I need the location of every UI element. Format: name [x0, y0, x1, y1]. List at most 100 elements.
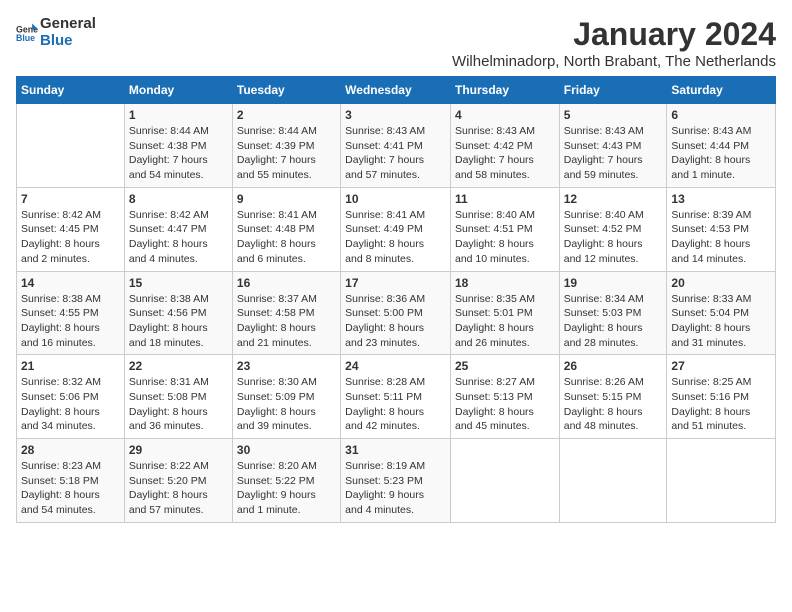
header-day-tuesday: Tuesday: [232, 77, 340, 104]
calendar-cell: 17 Sunrise: 8:36 AM Sunset: 5:00 PM Dayli…: [341, 271, 451, 355]
day-detail: Sunrise: 8:42 AM Sunset: 4:45 PM Dayligh…: [21, 208, 120, 267]
week-row-5: 28 Sunrise: 8:23 AM Sunset: 5:18 PM Dayli…: [17, 439, 776, 523]
calendar-body: 1Sunrise: 8:44 AM Sunset: 4:38 PM Daylig…: [17, 104, 776, 523]
day-number: 4: [455, 108, 555, 122]
day-detail: Sunrise: 8:20 AM Sunset: 5:22 PM Dayligh…: [237, 459, 336, 518]
header-day-thursday: Thursday: [450, 77, 559, 104]
day-detail: Sunrise: 8:43 AM Sunset: 4:44 PM Dayligh…: [671, 124, 771, 183]
header-day-friday: Friday: [559, 77, 667, 104]
day-detail: Sunrise: 8:43 AM Sunset: 4:42 PM Dayligh…: [455, 124, 555, 183]
calendar-cell: 14 Sunrise: 8:38 AM Sunset: 4:55 PM Dayli…: [17, 271, 125, 355]
week-row-3: 14 Sunrise: 8:38 AM Sunset: 4:55 PM Dayli…: [17, 271, 776, 355]
day-number: 2: [237, 108, 336, 122]
day-number: 23: [237, 359, 336, 373]
calendar-cell: 18 Sunrise: 8:35 AM Sunset: 5:01 PM Dayli…: [450, 271, 559, 355]
logo-icon: General Blue: [16, 22, 38, 44]
calendar-cell: 31Sunrise: 8:19 AM Sunset: 5:23 PM Dayli…: [341, 439, 451, 523]
day-detail: Sunrise: 8:36 AM Sunset: 5:00 PM Dayligh…: [345, 292, 446, 351]
day-number: 10: [345, 192, 446, 206]
calendar-cell: 27 Sunrise: 8:25 AM Sunset: 5:16 PM Dayli…: [667, 355, 776, 439]
calendar-cell: 2 Sunrise: 8:44 AM Sunset: 4:39 PM Daylig…: [232, 104, 340, 188]
day-number: 30: [237, 443, 336, 457]
calendar-cell: 20 Sunrise: 8:33 AM Sunset: 5:04 PM Dayli…: [667, 271, 776, 355]
calendar-cell: 28 Sunrise: 8:23 AM Sunset: 5:18 PM Dayli…: [17, 439, 125, 523]
day-number: 11: [455, 192, 555, 206]
day-number: 18: [455, 276, 555, 290]
day-number: 16: [237, 276, 336, 290]
calendar-cell: 16 Sunrise: 8:37 AM Sunset: 4:58 PM Dayli…: [232, 271, 340, 355]
calendar-header: SundayMondayTuesdayWednesdayThursdayFrid…: [17, 77, 776, 104]
calendar-cell: 10 Sunrise: 8:41 AM Sunset: 4:49 PM Dayli…: [341, 187, 451, 271]
calendar-cell: 13 Sunrise: 8:39 AM Sunset: 4:53 PM Dayli…: [667, 187, 776, 271]
calendar-cell: 12 Sunrise: 8:40 AM Sunset: 4:52 PM Dayli…: [559, 187, 667, 271]
header-day-sunday: Sunday: [17, 77, 125, 104]
day-detail: Sunrise: 8:32 AM Sunset: 5:06 PM Dayligh…: [21, 375, 120, 434]
day-detail: Sunrise: 8:40 AM Sunset: 4:52 PM Dayligh…: [564, 208, 663, 267]
day-number: 14: [21, 276, 120, 290]
day-detail: Sunrise: 8:41 AM Sunset: 4:48 PM Dayligh…: [237, 208, 336, 267]
logo: General Blue General Blue: [16, 16, 96, 49]
calendar-cell: 3Sunrise: 8:43 AM Sunset: 4:41 PM Daylig…: [341, 104, 451, 188]
day-detail: Sunrise: 8:30 AM Sunset: 5:09 PM Dayligh…: [237, 375, 336, 434]
calendar-cell: 8Sunrise: 8:42 AM Sunset: 4:47 PM Daylig…: [124, 187, 232, 271]
subtitle: Wilhelminadorp, North Brabant, The Nethe…: [452, 53, 776, 70]
day-detail: Sunrise: 8:38 AM Sunset: 4:55 PM Dayligh…: [21, 292, 120, 351]
calendar-cell: 26 Sunrise: 8:26 AM Sunset: 5:15 PM Dayli…: [559, 355, 667, 439]
week-row-2: 7 Sunrise: 8:42 AM Sunset: 4:45 PM Daylig…: [17, 187, 776, 271]
calendar-cell: 1Sunrise: 8:44 AM Sunset: 4:38 PM Daylig…: [124, 104, 232, 188]
day-detail: Sunrise: 8:37 AM Sunset: 4:58 PM Dayligh…: [237, 292, 336, 351]
day-detail: Sunrise: 8:41 AM Sunset: 4:49 PM Dayligh…: [345, 208, 446, 267]
day-number: 7: [21, 192, 120, 206]
calendar-cell: 21 Sunrise: 8:32 AM Sunset: 5:06 PM Dayli…: [17, 355, 125, 439]
calendar-cell: [450, 439, 559, 523]
day-detail: Sunrise: 8:26 AM Sunset: 5:15 PM Dayligh…: [564, 375, 663, 434]
day-detail: Sunrise: 8:25 AM Sunset: 5:16 PM Dayligh…: [671, 375, 771, 434]
logo-blue: Blue: [40, 33, 96, 50]
day-number: 27: [671, 359, 771, 373]
day-number: 13: [671, 192, 771, 206]
week-row-1: 1Sunrise: 8:44 AM Sunset: 4:38 PM Daylig…: [17, 104, 776, 188]
day-detail: Sunrise: 8:22 AM Sunset: 5:20 PM Dayligh…: [129, 459, 228, 518]
day-number: 12: [564, 192, 663, 206]
svg-text:Blue: Blue: [16, 33, 35, 43]
day-number: 5: [564, 108, 663, 122]
calendar-cell: [17, 104, 125, 188]
day-number: 19: [564, 276, 663, 290]
week-row-4: 21 Sunrise: 8:32 AM Sunset: 5:06 PM Dayli…: [17, 355, 776, 439]
day-number: 24: [345, 359, 446, 373]
calendar-cell: 11 Sunrise: 8:40 AM Sunset: 4:51 PM Dayli…: [450, 187, 559, 271]
day-detail: Sunrise: 8:35 AM Sunset: 5:01 PM Dayligh…: [455, 292, 555, 351]
day-detail: Sunrise: 8:27 AM Sunset: 5:13 PM Dayligh…: [455, 375, 555, 434]
header: General Blue General Blue January 2024 W…: [16, 16, 776, 70]
day-detail: Sunrise: 8:40 AM Sunset: 4:51 PM Dayligh…: [455, 208, 555, 267]
calendar-cell: [559, 439, 667, 523]
day-detail: Sunrise: 8:44 AM Sunset: 4:38 PM Dayligh…: [129, 124, 228, 183]
calendar-cell: 7 Sunrise: 8:42 AM Sunset: 4:45 PM Daylig…: [17, 187, 125, 271]
day-detail: Sunrise: 8:44 AM Sunset: 4:39 PM Dayligh…: [237, 124, 336, 183]
day-detail: Sunrise: 8:23 AM Sunset: 5:18 PM Dayligh…: [21, 459, 120, 518]
day-number: 8: [129, 192, 228, 206]
calendar-cell: 30 Sunrise: 8:20 AM Sunset: 5:22 PM Dayli…: [232, 439, 340, 523]
calendar-cell: 24 Sunrise: 8:28 AM Sunset: 5:11 PM Dayli…: [341, 355, 451, 439]
calendar-cell: 22Sunrise: 8:31 AM Sunset: 5:08 PM Dayli…: [124, 355, 232, 439]
day-number: 25: [455, 359, 555, 373]
calendar-cell: 4 Sunrise: 8:43 AM Sunset: 4:42 PM Daylig…: [450, 104, 559, 188]
day-detail: Sunrise: 8:28 AM Sunset: 5:11 PM Dayligh…: [345, 375, 446, 434]
day-detail: Sunrise: 8:38 AM Sunset: 4:56 PM Dayligh…: [129, 292, 228, 351]
day-number: 15: [129, 276, 228, 290]
day-number: 9: [237, 192, 336, 206]
logo-general: General: [40, 16, 96, 33]
calendar-table: SundayMondayTuesdayWednesdayThursdayFrid…: [16, 76, 776, 523]
day-number: 17: [345, 276, 446, 290]
day-detail: Sunrise: 8:33 AM Sunset: 5:04 PM Dayligh…: [671, 292, 771, 351]
day-number: 20: [671, 276, 771, 290]
header-row: SundayMondayTuesdayWednesdayThursdayFrid…: [17, 77, 776, 104]
day-detail: Sunrise: 8:34 AM Sunset: 5:03 PM Dayligh…: [564, 292, 663, 351]
header-day-saturday: Saturday: [667, 77, 776, 104]
day-number: 28: [21, 443, 120, 457]
day-number: 26: [564, 359, 663, 373]
calendar-cell: 23 Sunrise: 8:30 AM Sunset: 5:09 PM Dayli…: [232, 355, 340, 439]
day-number: 21: [21, 359, 120, 373]
day-number: 31: [345, 443, 446, 457]
day-detail: Sunrise: 8:39 AM Sunset: 4:53 PM Dayligh…: [671, 208, 771, 267]
